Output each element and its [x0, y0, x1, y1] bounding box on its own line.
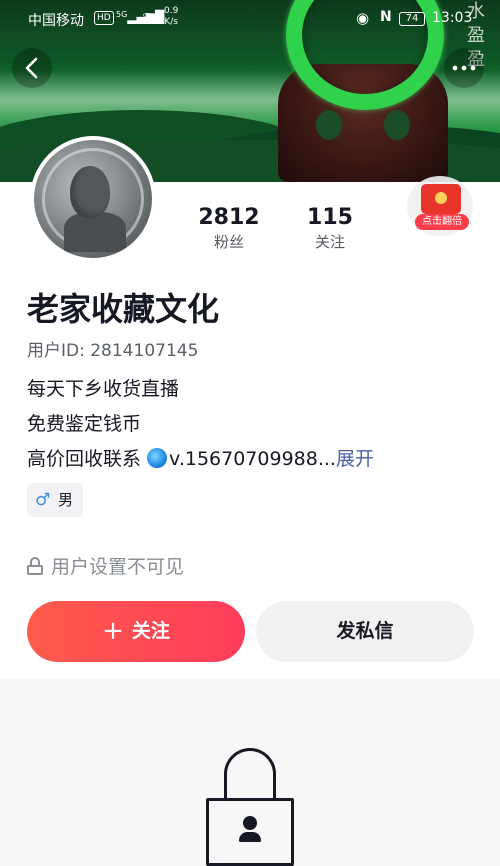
person-icon-body [239, 832, 261, 842]
profile-name: 老家收藏文化 [27, 290, 220, 328]
stat-followers[interactable]: 2812 粉丝 [198, 204, 260, 252]
privacy-notice: 用户设置不可见 [27, 552, 184, 579]
bio-line: 高价回收联系 v.15670709988...展开 [27, 442, 374, 477]
private-lock-icon [206, 748, 294, 866]
more-button[interactable] [444, 48, 484, 88]
clock: 13:03 [432, 10, 473, 26]
banner-stand-hole [384, 110, 410, 140]
nfc-icon: N [380, 9, 392, 25]
bio-expand-link[interactable]: 展开 [336, 448, 374, 470]
battery-icon: 74 [399, 12, 425, 26]
followers-label: 粉丝 [213, 233, 244, 251]
gender-tag: ♂ 男 [27, 483, 83, 517]
banner-stand-hole [316, 110, 342, 140]
following-count: 115 [307, 205, 353, 230]
send-message-button[interactable]: 发私信 [256, 601, 474, 662]
lock-icon [27, 557, 43, 575]
user-id[interactable]: 用户ID: 2814107145 [27, 336, 198, 361]
more-horizontal-icon [452, 65, 476, 71]
person-icon-head [243, 816, 257, 830]
gender-label: 男 [58, 491, 74, 509]
speed-unit: K/s [164, 17, 178, 27]
coin-figure-head [70, 166, 110, 218]
bio-line: 免费鉴定钱币 [27, 413, 142, 435]
speed-value: 0.9 [164, 6, 179, 16]
back-button[interactable] [12, 48, 52, 88]
red-packet-button[interactable]: 点击翻倍 [407, 176, 473, 236]
status-bar: 中国移动 HD 5G▂▄▆█ ⌔ 0.9 K/s ◉ N 74 13:03 [0, 0, 500, 38]
bio-line: 每天下乡收货直播 [27, 378, 180, 400]
avatar[interactable] [30, 136, 156, 262]
plus-icon: + [102, 616, 124, 646]
bio-contact: v.15670709988... [169, 448, 336, 470]
follow-label: 关注 [131, 620, 170, 642]
stat-following[interactable]: 115 关注 [300, 204, 360, 252]
wifi-icon: ⌔ [140, 8, 156, 27]
follow-button[interactable]: + 关注 [27, 601, 245, 662]
privacy-text: 用户设置不可见 [51, 556, 185, 578]
hd-badge: HD [94, 11, 114, 25]
avatar-image [34, 140, 152, 258]
red-packet-label: 点击翻倍 [415, 214, 469, 230]
send-message-label: 发私信 [336, 620, 394, 642]
coin-figure-body [64, 212, 126, 252]
male-icon: ♂ [35, 490, 51, 510]
profile-bio: 每天下乡收货直播 免费鉴定钱币 高价回收联系 v.15670709988...展… [27, 372, 374, 477]
globe-icon [147, 448, 168, 468]
envelope-seal [435, 192, 447, 204]
followers-count: 2812 [198, 205, 260, 230]
chevron-left-icon [25, 57, 38, 79]
red-envelope-icon [421, 184, 461, 214]
following-label: 关注 [314, 233, 345, 251]
network-speed: 0.9 K/s [164, 6, 178, 28]
eye-icon: ◉ [356, 9, 370, 27]
bio-line-text: 高价回收联系 [27, 448, 148, 470]
carrier-name: 中国移动 [28, 13, 84, 29]
lock-body [27, 565, 43, 575]
network-type: 5G [116, 10, 128, 19]
